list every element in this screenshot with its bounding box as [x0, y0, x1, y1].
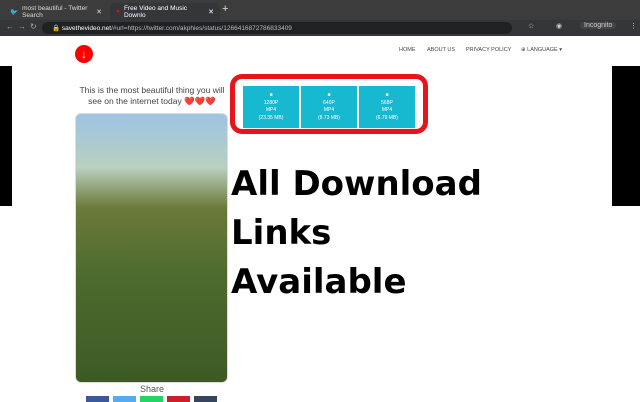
savethevideo-icon: ● — [116, 8, 120, 15]
download-logo-icon[interactable]: ↓ — [75, 45, 93, 63]
share-twitter-button[interactable] — [113, 396, 136, 402]
incognito-badge[interactable]: Incognito — [580, 22, 617, 29]
share-facebook-button[interactable] — [86, 396, 109, 402]
back-icon[interactable]: ← — [6, 22, 14, 31]
globe-icon: ⊕ — [521, 47, 526, 53]
extension-icon[interactable]: ◉ — [556, 22, 562, 30]
site-header: ↓ HOME ABOUT US PRIVACY POLICY ⊕ LANGUAG… — [0, 36, 640, 66]
reload-icon[interactable]: ↻ — [30, 22, 37, 31]
tab-twitter-search[interactable]: 🐦 most beautiful - Twitter Search ✕ — [4, 3, 108, 20]
url-input[interactable]: 🔒 savethevideo.net/#url=https://twitter.… — [42, 22, 512, 34]
video-camera-icon: ■ — [327, 92, 331, 98]
share-tumblr-button[interactable] — [194, 396, 217, 402]
new-tab-button[interactable]: + — [222, 3, 228, 15]
nav-about[interactable]: ABOUT US — [427, 47, 455, 53]
dark-band-left — [0, 66, 12, 206]
tab-savethevideo[interactable]: ● Free Video and Music Downlo ✕ — [110, 3, 220, 20]
download-1280p-button[interactable]: ■ 1280P MP4 (23.35 MB) — [243, 86, 299, 128]
video-thumbnail[interactable] — [75, 113, 228, 383]
overlay-text: All Download Links Available — [231, 164, 482, 302]
nav-privacy[interactable]: PRIVACY POLICY — [466, 47, 511, 53]
download-640p-button[interactable]: ■ 640P MP4 (8.73 MB) — [301, 86, 357, 128]
close-tab-icon[interactable]: ✕ — [96, 8, 102, 16]
share-label: Share — [140, 384, 165, 394]
forward-icon[interactable]: → — [18, 22, 26, 31]
download-568p-button[interactable]: ■ 568P MP4 (6.79 MB) — [359, 86, 415, 128]
video-camera-icon: ■ — [269, 92, 273, 98]
star-icon[interactable]: ☆ — [528, 22, 534, 30]
close-tab-icon[interactable]: ✕ — [208, 8, 214, 16]
address-bar-row: ← → ↻ 🔒 savethevideo.net/#url=https://tw… — [0, 20, 640, 36]
nav-home[interactable]: HOME — [399, 47, 416, 53]
lock-icon: 🔒 — [52, 25, 61, 32]
nav-language[interactable]: ⊕ LANGUAGE ▾ — [521, 47, 562, 53]
share-whatsapp-button[interactable] — [140, 396, 163, 402]
video-camera-icon: ■ — [385, 92, 389, 98]
twitter-icon: 🐦 — [10, 8, 19, 16]
page: ↓ HOME ABOUT US PRIVACY POLICY ⊕ LANGUAG… — [0, 36, 640, 402]
share-pinterest-button[interactable] — [167, 396, 190, 402]
menu-icon[interactable]: ⋮ — [630, 22, 637, 30]
tab-bar: 🐦 most beautiful - Twitter Search ✕ ● Free … — [0, 0, 640, 20]
dark-band-right — [612, 66, 640, 206]
video-caption: This is the most beautiful thing you wil… — [79, 85, 225, 106]
